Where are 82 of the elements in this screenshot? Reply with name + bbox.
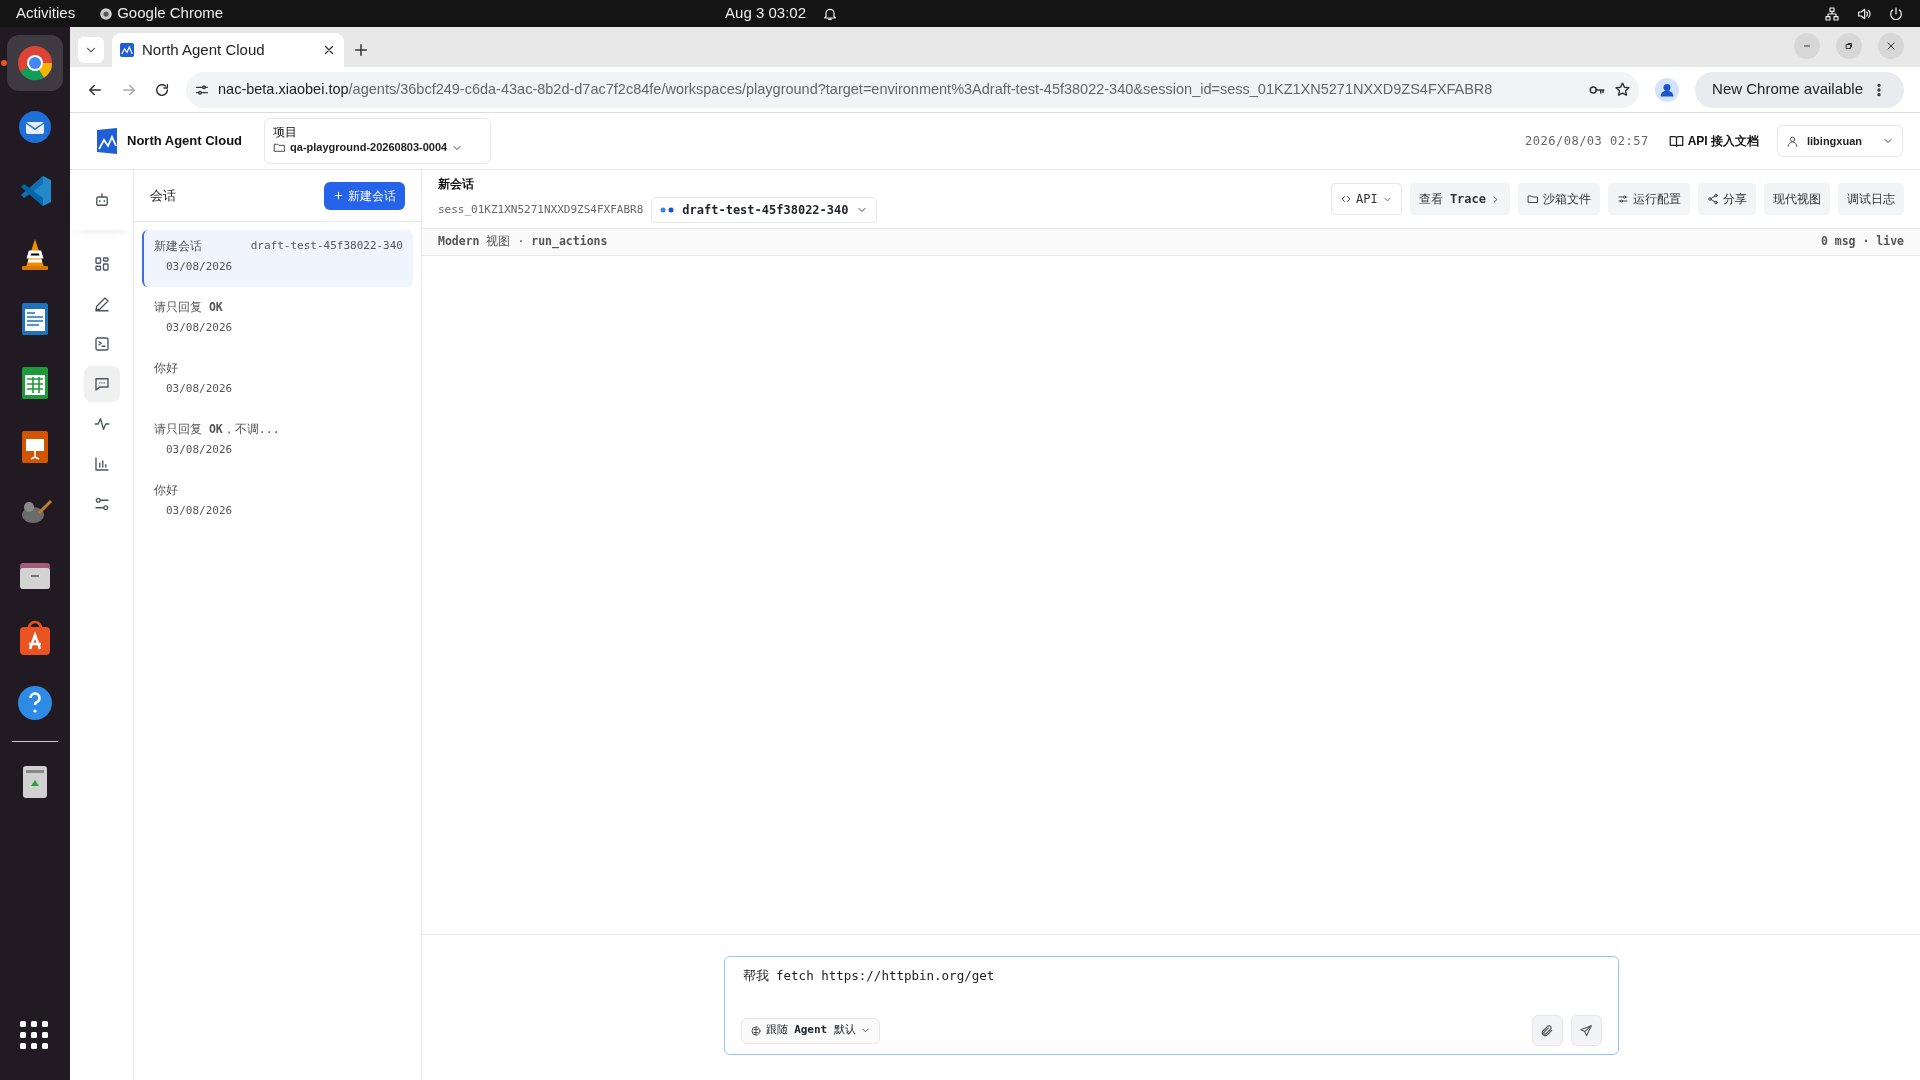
address-bar[interactable]: nac-beta.xiaobei.top/agents/36bcf249-c6da-43ac-8b2d-d7ac7f2c84fe/workspaces/playground?target=environment%3Adraft-test-45f38022-340&session_id=sess_01KZ1XN5271NXXD9ZS4FXFABR8 — [186, 71, 1640, 108]
new-session-button[interactable]: 新建会话 — [324, 181, 405, 210]
dashboard-icon — [92, 255, 111, 273]
book-icon — [1668, 133, 1684, 149]
restore-icon — [1843, 40, 1855, 52]
pen-icon — [92, 295, 111, 313]
site-logo-icon — [120, 43, 134, 57]
session-item[interactable]: 请只回复 OK，不调... 03/08/2026 — [142, 413, 413, 470]
network-icon — [1824, 5, 1840, 22]
share-icon — [1707, 193, 1719, 205]
user-icon — [1786, 134, 1799, 148]
session-title: 新建会话 — [154, 238, 202, 255]
api-docs-link[interactable]: API 接入文档 — [1668, 132, 1759, 150]
toolbar-button[interactable]: 现代视图 — [1764, 183, 1830, 215]
close-icon — [1885, 40, 1897, 52]
folder-icon — [273, 141, 287, 155]
nav-rail-button[interactable] — [83, 366, 120, 402]
brand-logo — [95, 127, 119, 155]
app-browser-icon — [15, 43, 55, 83]
session-date: 03/08/2026 — [165, 259, 234, 276]
session-date: 03/08/2026 — [165, 320, 234, 337]
url-text: nac-beta.xiaobei.top/agents/36bcf249-c6da-43ac-8b2d-d7ac7f2c84fe/workspaces/playground?target=environment%3Adraft-test-45f38022-340&session_id=sess_01KZ1XN5271NXXD9ZS4FXFABR8 — [218, 79, 1494, 99]
agent-mode-selector[interactable]: 跟随 Agent 默认 — [740, 1017, 880, 1044]
clock[interactable]: Aug 3 03:02 — [725, 2, 806, 25]
session-item[interactable]: 你好 03/08/2026 — [142, 474, 413, 531]
session-date: 03/08/2026 — [165, 381, 234, 398]
bar-chart-icon — [92, 455, 111, 473]
chat-icon — [92, 375, 111, 393]
terminal-icon — [92, 335, 111, 353]
profile-avatar[interactable] — [1655, 77, 1680, 102]
send-icon — [1579, 1023, 1593, 1038]
environment-tag: draft-test-45f38022-340 — [250, 238, 403, 256]
folder-icon — [1527, 193, 1539, 205]
toolbar-button[interactable]: 分享 — [1698, 183, 1756, 215]
app-menu[interactable]: Google Chrome — [117, 2, 224, 25]
panel-title: 会话 — [150, 186, 176, 205]
brand-name: North Agent Cloud — [127, 132, 243, 151]
environment-selector[interactable]: draft-test-45f38022-340 — [651, 197, 878, 223]
paperclip-icon — [1540, 1023, 1554, 1038]
code-icon — [1339, 193, 1352, 205]
datetime: 2026/08/03 02:57 — [1525, 133, 1649, 150]
toolbar-button[interactable]: 沙箱文件 — [1518, 183, 1600, 215]
toolbar-button[interactable]: API — [1330, 183, 1402, 215]
session-heading: 新会话 — [438, 176, 475, 193]
sliders-icon — [1617, 193, 1629, 205]
browser-tab[interactable]: North Agent Cloud — [112, 33, 344, 67]
attach-button[interactable] — [1531, 1015, 1563, 1046]
message-field[interactable]: 帮我 fetch https://httpbin.org/get 跟随 Agent 默认 — [723, 956, 1619, 1055]
status-dots-icon — [660, 207, 675, 213]
toolbar-button[interactable]: 运行配置 — [1608, 183, 1690, 215]
session-id: sess_01KZ1XN5271NXXD9ZS4FXFABR8 — [438, 201, 644, 218]
sliders-icon — [92, 495, 111, 513]
session-title: 你好 — [154, 482, 178, 499]
view-info: Modern 视图 · run_actions — [438, 233, 608, 251]
toolbar-button[interactable]: 调试日志 — [1838, 183, 1904, 215]
update-button[interactable]: New Chrome available — [1695, 71, 1904, 108]
power-icon — [1888, 5, 1904, 22]
plus-icon — [333, 190, 344, 201]
bookmark-star-icon[interactable] — [1614, 81, 1632, 98]
session-title: 你好 — [154, 360, 178, 377]
activities-button[interactable]: Activities — [16, 2, 76, 25]
session-title: 请只回复 OK，不调... — [154, 421, 280, 438]
toolbar-button[interactable]: 查看 Trace — [1409, 183, 1510, 215]
session-item[interactable]: 新建会话 draft-test-45f38022-340 03/08/2026 — [142, 230, 413, 287]
help-app-icon — [15, 683, 55, 723]
reload-icon[interactable] — [154, 81, 170, 98]
session-date: 03/08/2026 — [165, 503, 234, 520]
pulse-icon — [92, 415, 111, 433]
running-indicator — [1, 60, 7, 66]
session-item[interactable]: 请只回复 OK 03/08/2026 — [142, 291, 413, 348]
dock-item[interactable] — [7, 35, 63, 91]
tab-title: North Agent Cloud — [142, 39, 266, 60]
user-menu[interactable]: libingxuan — [1777, 125, 1903, 157]
project-selector[interactable]: 项目 qa-playground-20260803-0004 — [264, 118, 492, 164]
message-stats: 0 msg · live — [1820, 233, 1904, 251]
close-icon[interactable] — [322, 43, 336, 57]
session-date: 03/08/2026 — [165, 442, 234, 459]
send-button[interactable] — [1570, 1015, 1602, 1046]
session-item[interactable]: 你好 03/08/2026 — [142, 352, 413, 409]
session-title: 请只回复 OK — [154, 299, 223, 316]
restore-button[interactable] — [1836, 33, 1862, 59]
new-tab-icon[interactable] — [352, 41, 370, 59]
